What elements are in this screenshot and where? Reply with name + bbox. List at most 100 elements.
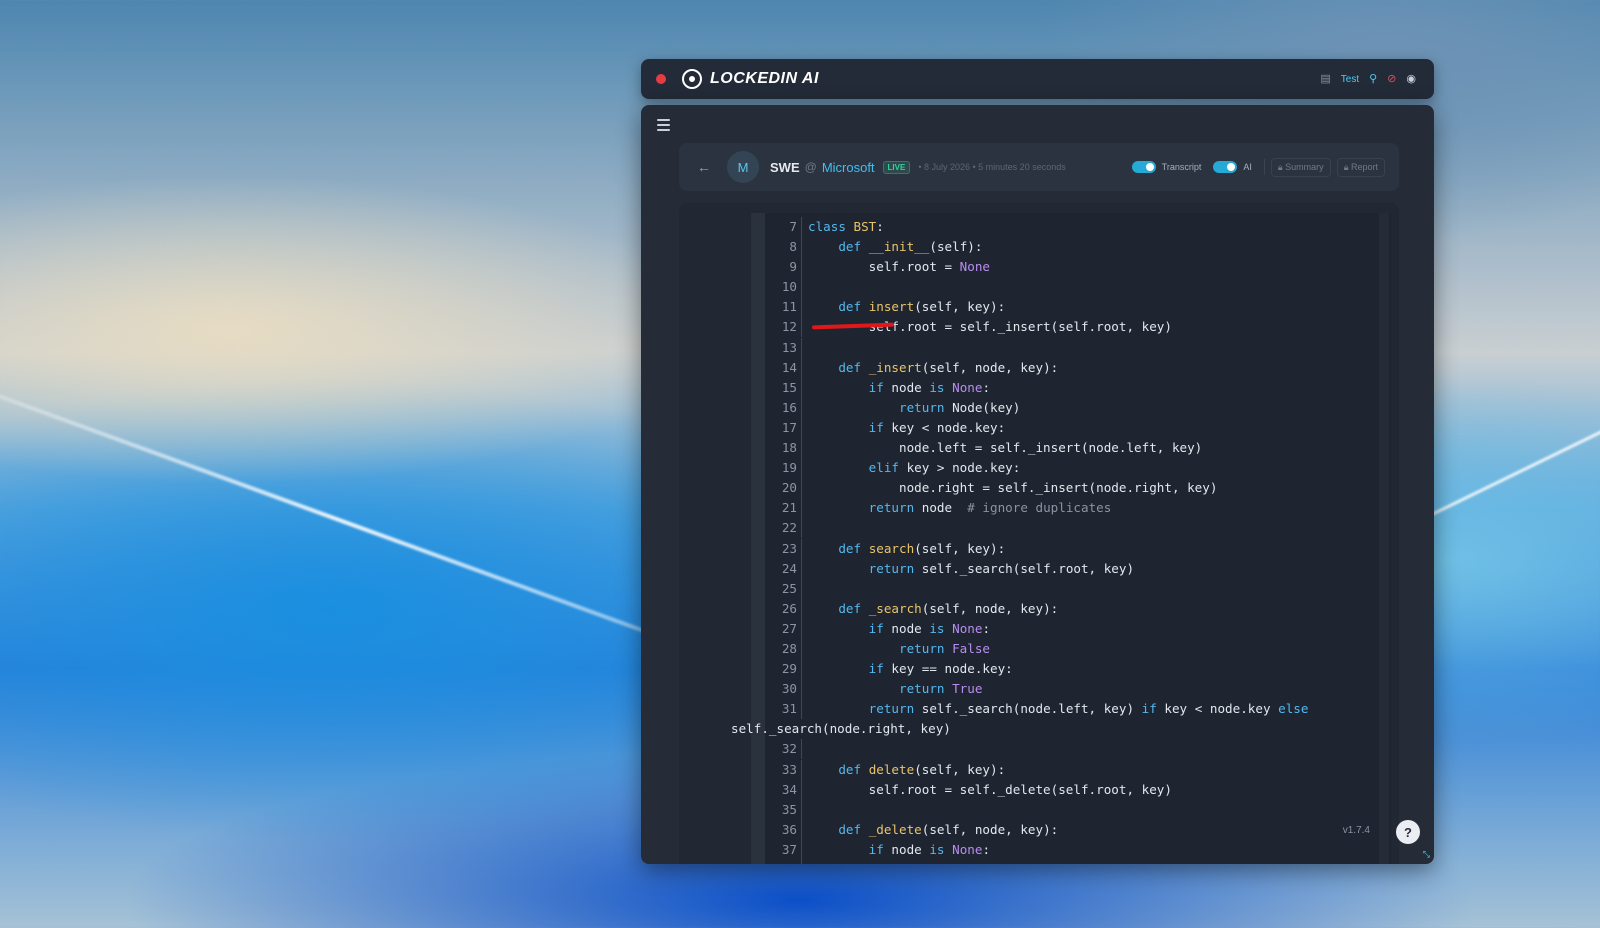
line-number: 20 (781, 480, 797, 496)
at-sign: @ (804, 160, 817, 174)
menu-icon[interactable] (657, 119, 670, 134)
code-line: 26 def _search(self, node, key): (765, 598, 1365, 619)
code-line: 36 def _delete(self, node, key): (765, 819, 1365, 840)
line-number: 10 (781, 279, 797, 295)
avatar: M (727, 151, 759, 183)
line-number: 31 (781, 701, 797, 717)
line-number: 19 (781, 460, 797, 476)
code-line-text: return False (899, 640, 991, 656)
code-line-text: def _delete(self, node, key): (838, 821, 1059, 837)
code-line-text: def search(self, key): (838, 540, 1006, 556)
code-line: 9 self.root = None (765, 257, 1365, 278)
line-number: 9 (789, 259, 797, 275)
code-line: 19 elif key > node.key: (765, 458, 1365, 479)
line-number: 29 (781, 661, 797, 677)
live-badge: LIVE (882, 160, 911, 174)
line-number: 13 (781, 339, 797, 355)
code-line-text: return Node(key) (899, 399, 1021, 415)
code-line-text: def __init__(self): (838, 239, 983, 255)
help-icon[interactable]: ? (1396, 820, 1420, 844)
code-line: 10 (765, 277, 1365, 298)
background-wave (0, 380, 732, 665)
code-line-text: elif key > node.key: (868, 460, 1021, 476)
logo-icon (682, 69, 702, 89)
line-number: 25 (781, 580, 797, 596)
code-line: 15 if node is None: (765, 377, 1365, 398)
code-line: 32 (765, 739, 1365, 760)
code-line: 25 (765, 578, 1365, 599)
line-number: 36 (781, 821, 797, 837)
code-line: 16 return Node(key) (765, 397, 1365, 418)
app-titlebar: LOCKEDIN AI ▤ Test ⚲ ⊘ ◉ (641, 59, 1434, 99)
code-line: 29 if key == node.key: (765, 659, 1365, 680)
code-line-text: def delete(self, key): (838, 761, 1006, 777)
eye-icon[interactable]: ◉ (1406, 73, 1416, 85)
test-label[interactable]: Test (1341, 74, 1359, 85)
brand-name: LOCKEDIN AI (710, 70, 819, 87)
code-line: 28 return False (765, 638, 1365, 659)
ai-toggle[interactable] (1213, 161, 1238, 173)
code-line-text: self._search(node.right, key) (731, 721, 951, 737)
code-line-text: node.left = self._insert(node.left, key) (808, 440, 1203, 456)
code-line: 17 if key < node.key: (765, 417, 1365, 438)
line-number: 37 (781, 841, 797, 857)
resize-handle-icon[interactable]: ⤡ (1423, 849, 1430, 860)
line-number: 27 (781, 620, 797, 636)
role-label: SWE (770, 159, 800, 175)
line-number: 17 (781, 419, 797, 435)
line-number: 33 (781, 761, 797, 777)
close-dot-icon[interactable] (656, 74, 666, 84)
document-icon[interactable]: ▤ (1320, 73, 1330, 85)
summary-label: Summary (1285, 161, 1324, 172)
transcript-toggle[interactable] (1131, 161, 1156, 173)
report-button[interactable]: 🔒︎ Report (1336, 157, 1385, 177)
code-line: 20 node.right = self._insert(node.right,… (765, 478, 1365, 499)
line-number: 32 (781, 741, 797, 757)
code-line-text: def _insert(self, node, key): (838, 359, 1059, 375)
code-line-text: if node is None: (868, 841, 991, 857)
code-line-text: if key == node.key: (868, 661, 1013, 677)
session-header: ← M SWE @ Microsoft LIVE • 8 July 2026 •… (679, 143, 1399, 191)
code-line-text: def insert(self, key): (838, 299, 1006, 315)
line-number: 35 (781, 801, 797, 817)
line-number: 21 (781, 500, 797, 516)
back-arrow-icon[interactable]: ← (697, 159, 711, 175)
code-line: self._search(node.right, key) (731, 719, 1365, 739)
code-line: 33 def delete(self, key): (765, 759, 1365, 780)
line-number: 23 (781, 540, 797, 556)
line-number: 15 (781, 379, 797, 395)
code-line-text: return self._search(self.root, key) (868, 560, 1135, 576)
code-line-text: def _search(self, node, key): (838, 600, 1059, 616)
code-line: 27 if node is None: (765, 618, 1365, 639)
block-icon[interactable]: ⊘ (1387, 73, 1396, 85)
gutter (751, 213, 765, 864)
line-number: 38 (765, 860, 797, 864)
code-line-text: class BST: (808, 219, 884, 234)
code-line: 24 return self._search(self.root, key) (765, 558, 1365, 579)
code-line: 22 (765, 518, 1365, 539)
code-line-text: if node is None: (868, 620, 991, 636)
code-line-text: return None (808, 862, 982, 864)
line-number: 26 (781, 600, 797, 616)
code-line-text: node.right = self._insert(node.right, ke… (808, 480, 1218, 496)
code-line: 38 return None (765, 860, 1365, 864)
code-block: 7 class BST: 8 def __init__(self): 9 self.r… (731, 217, 1365, 864)
code-line: 23 def search(self, key): (765, 538, 1365, 559)
pin-icon[interactable]: ⚲ (1369, 73, 1377, 85)
line-number: 16 (781, 399, 797, 415)
line-number: 28 (781, 640, 797, 656)
line-number: 8 (789, 239, 797, 255)
summary-button[interactable]: 🔒︎ Summary (1270, 157, 1331, 177)
code-panel: 7 class BST: 8 def __init__(self): 9 self.r… (679, 203, 1399, 864)
code-line-text: if node is None: (868, 379, 991, 395)
company-name: Microsoft (821, 159, 875, 175)
code-line: 30 return True (765, 679, 1365, 700)
line-number: 30 (781, 681, 797, 697)
code-line-text: return self._search(node.left, key) if k… (868, 701, 1309, 717)
code-line: 37 if node is None: (765, 839, 1365, 860)
code-line: 34 self.root = self._delete(self.root, k… (765, 779, 1365, 800)
code-line: 7 class BST: (765, 217, 1365, 237)
line-number: 34 (781, 781, 797, 797)
code-line: 35 (765, 799, 1365, 820)
scrollbar[interactable] (1379, 213, 1389, 864)
